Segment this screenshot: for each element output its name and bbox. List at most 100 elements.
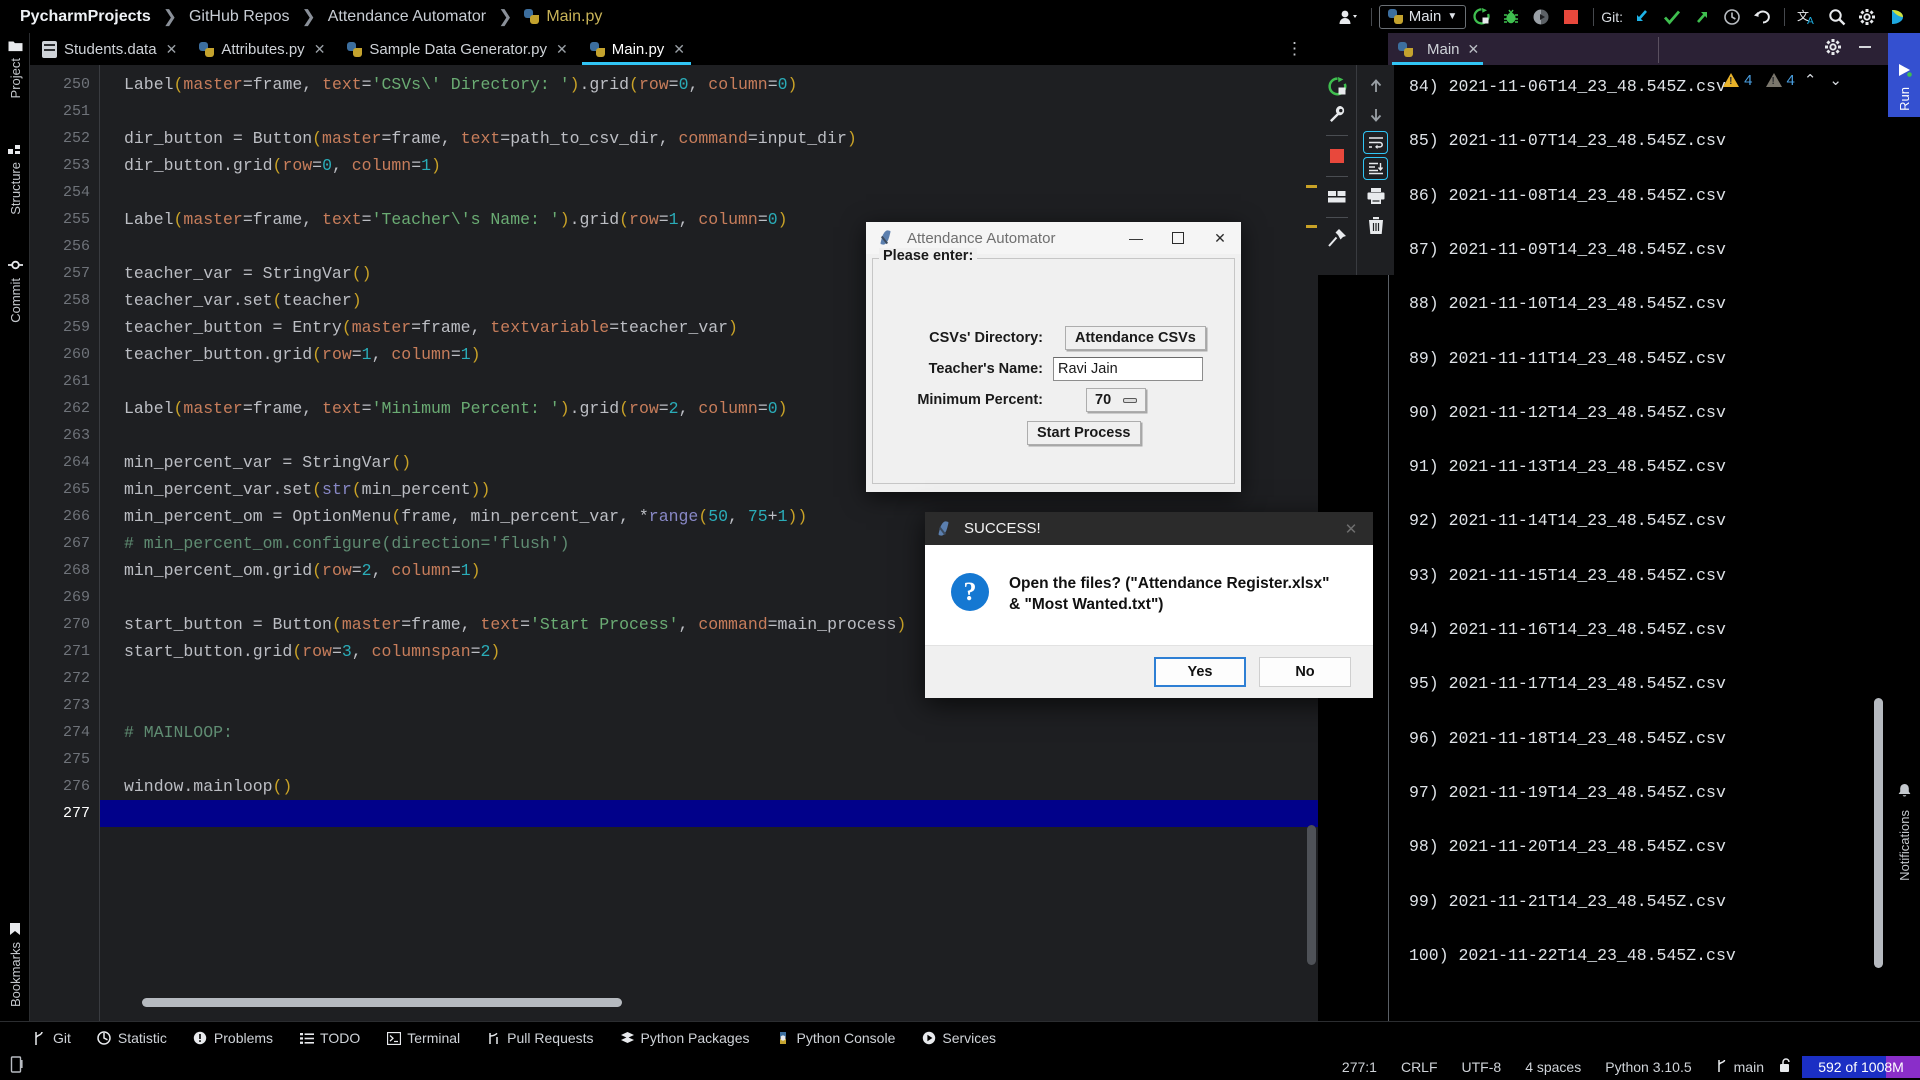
lock-open-icon[interactable] (1776, 1058, 1802, 1076)
minimum-percent-optionmenu[interactable]: 70 (1086, 388, 1147, 412)
sidebar-item-run[interactable]: Run (1888, 33, 1920, 117)
bottom-item-services[interactable]: Services (908, 1030, 1009, 1046)
scroll-down-icon[interactable] (1363, 102, 1389, 128)
close-icon[interactable]: ✕ (556, 41, 568, 58)
rerun-icon[interactable] (1324, 73, 1350, 99)
git-update-icon[interactable] (1627, 4, 1657, 30)
error-stripe-marker[interactable] (1306, 225, 1317, 228)
tab-list-menu-icon[interactable]: ⋮ (1272, 33, 1318, 65)
success-dialog[interactable]: SUCCESS! ✕ ? Open the files? ("Attendanc… (925, 512, 1373, 698)
git-push-icon[interactable] (1687, 4, 1717, 30)
indent-setting[interactable]: 4 spaces (1513, 1059, 1593, 1075)
minimize-icon[interactable] (1856, 38, 1874, 61)
clear-all-icon[interactable] (1363, 212, 1389, 238)
close-icon[interactable]: ✕ (673, 41, 685, 58)
breadcrumb-item-subfolder[interactable]: Attendance Automator (324, 8, 490, 26)
settings-gear-icon[interactable] (1852, 4, 1882, 30)
editor-vertical-scrollbar[interactable] (1307, 825, 1316, 965)
file-encoding[interactable]: UTF-8 (1450, 1059, 1514, 1075)
print-icon[interactable] (1363, 183, 1389, 209)
layout-icon[interactable] (1324, 184, 1350, 210)
soft-wrap-icon[interactable] (1363, 131, 1388, 154)
user-account-icon[interactable] (1334, 4, 1364, 30)
git-rollback-icon[interactable] (1747, 4, 1777, 30)
wrench-settings-icon[interactable] (1324, 102, 1350, 128)
maximize-button[interactable] (1157, 222, 1199, 254)
next-problem-icon[interactable]: ⌄ (1825, 71, 1846, 89)
scroll-up-icon[interactable] (1363, 73, 1389, 99)
close-button[interactable]: ✕ (1199, 222, 1241, 254)
sidebar-item-notifications[interactable]: Notifications (1888, 783, 1920, 881)
console-vertical-scrollbar[interactable] (1874, 698, 1883, 968)
scroll-to-end-icon[interactable] (1363, 157, 1388, 180)
tab-attributes-py[interactable]: Attributes.py ✕ (187, 33, 335, 65)
ide-logo-icon[interactable] (1882, 4, 1912, 30)
python-interpreter[interactable]: Python 3.10.5 (1593, 1059, 1703, 1075)
code-line[interactable] (100, 98, 1318, 125)
rerun-icon[interactable] (1466, 4, 1496, 30)
teacher-name-input[interactable]: Ravi Jain (1053, 357, 1203, 381)
bottom-item-todo[interactable]: TODO (286, 1030, 373, 1046)
bottom-item-statistic[interactable]: Statistic (84, 1030, 180, 1046)
attendance-automator-dialog[interactable]: Attendance Automator — ✕ Please enter: C… (866, 222, 1241, 492)
close-icon[interactable]: ✕ (314, 41, 326, 58)
minimum-percent-value: 70 (1095, 392, 1112, 408)
code-line[interactable]: dir_button.grid(row=0, column=1) (100, 152, 1318, 179)
stop-icon[interactable] (1324, 143, 1350, 169)
run-configuration-selector[interactable]: Main ▼ (1378, 4, 1467, 29)
minimize-button[interactable]: — (1115, 222, 1157, 254)
memory-indicator[interactable]: 592 of 1008M (1802, 1056, 1920, 1078)
bottom-item-pull-requests[interactable]: Pull Requests (473, 1030, 606, 1046)
tab-main-py[interactable]: Main.py ✕ (578, 33, 695, 65)
sidebar-item-structure[interactable]: Structure (0, 141, 30, 215)
translate-icon[interactable]: 文A (1792, 4, 1822, 30)
git-history-icon[interactable] (1717, 4, 1747, 30)
error-stripe-marker[interactable] (1306, 185, 1317, 188)
yes-button[interactable]: Yes (1154, 657, 1246, 687)
close-icon[interactable]: ✕ (166, 41, 178, 58)
breadcrumb-item-project[interactable]: PycharmProjects (16, 8, 155, 26)
sidebar-item-project[interactable]: Project (0, 37, 30, 98)
previous-problem-icon[interactable]: ⌃ (1800, 71, 1821, 89)
close-button[interactable]: ✕ (1329, 520, 1373, 538)
sidebar-item-bookmarks[interactable]: Bookmarks (0, 921, 30, 1007)
no-button[interactable]: No (1259, 657, 1351, 687)
code-line[interactable]: # MAINLOOP: (100, 719, 1318, 746)
debug-icon[interactable] (1496, 4, 1526, 30)
coverage-icon[interactable] (1526, 4, 1556, 30)
line-separator[interactable]: CRLF (1389, 1059, 1450, 1075)
bottom-item-terminal[interactable]: Terminal (373, 1030, 473, 1046)
code-line[interactable]: dir_button = Button(master=frame, text=p… (100, 125, 1318, 152)
caret-position[interactable]: 277:1 (1330, 1059, 1389, 1075)
line-number: 262 (62, 400, 90, 417)
code-line[interactable]: Label(master=frame, text='CSVs\' Directo… (100, 71, 1318, 98)
left-tool-strip: Project Structure Commit Bookmarks (0, 33, 30, 1021)
breadcrumb-item-file[interactable]: Main.py (546, 8, 602, 26)
tab-sample-data-generator-py[interactable]: Sample Data Generator.py ✕ (335, 33, 577, 65)
settings-gear-icon[interactable] (1824, 38, 1842, 61)
console-output[interactable]: 84) 2021-11-06T14_23_48.545Z.csv 85) 2021… (1388, 65, 1888, 1021)
bottom-item-git[interactable]: Git (0, 1030, 84, 1046)
search-icon[interactable] (1822, 4, 1852, 30)
code-line[interactable]: window.mainloop() (100, 773, 1318, 800)
tab-students-data[interactable]: Students.data ✕ (30, 33, 187, 65)
bottom-item-python-console[interactable]: Python Console (763, 1030, 909, 1046)
editor-horizontal-scrollbar[interactable] (142, 998, 622, 1007)
sidebar-item-commit[interactable]: Commit (0, 257, 30, 323)
run-tab-main[interactable]: Main ✕ (1388, 33, 1484, 65)
bottom-item-problems[interactable]: Problems (180, 1030, 286, 1046)
csvs-directory-button[interactable]: Attendance CSVs (1065, 326, 1206, 350)
git-commit-icon[interactable] (1657, 4, 1687, 30)
stop-icon[interactable] (1556, 4, 1586, 30)
ide-status-icon[interactable] (10, 1056, 24, 1078)
code-line[interactable] (100, 800, 1318, 827)
code-line[interactable] (100, 179, 1318, 206)
bottom-item-python-packages[interactable]: Python Packages (607, 1030, 763, 1046)
code-line[interactable] (100, 746, 1318, 773)
success-dialog-title-bar[interactable]: SUCCESS! ✕ (925, 512, 1373, 545)
close-icon[interactable]: ✕ (1468, 41, 1480, 58)
start-process-button[interactable]: Start Process (1027, 421, 1141, 445)
pin-icon[interactable] (1324, 225, 1350, 251)
git-branch-widget[interactable]: main (1704, 1059, 1776, 1076)
breadcrumb-item-folder[interactable]: GitHub Repos (185, 8, 294, 26)
